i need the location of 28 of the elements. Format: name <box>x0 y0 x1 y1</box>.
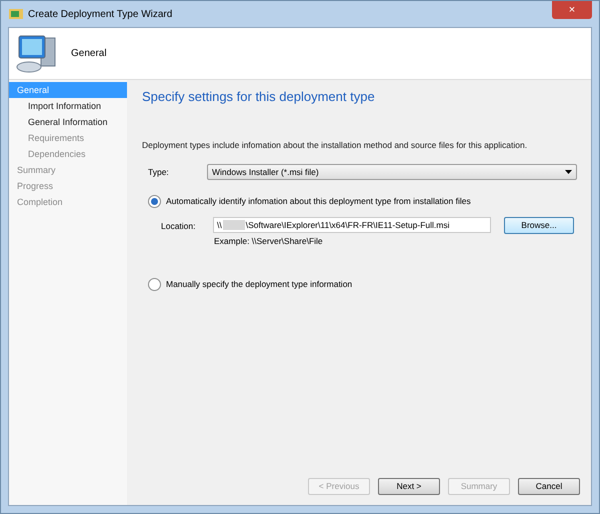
wizard-button[interactable]: Cancel <box>518 478 580 494</box>
nav-item[interactable]: Import Information <box>9 98 127 114</box>
nav-item[interactable]: Dependencies <box>9 146 127 162</box>
dropdown-arrow-icon <box>565 170 572 174</box>
type-label: Type: <box>148 166 170 179</box>
redacted-block <box>222 220 245 230</box>
header-title: General <box>71 47 107 61</box>
option-label: Manually specify the deployment type information <box>166 278 352 291</box>
nav-item[interactable]: Progress <box>9 178 127 194</box>
location-label: Location: <box>161 220 196 233</box>
radio-button[interactable] <box>148 195 161 208</box>
type-dropdown[interactable]: Windows Installer (*.msi file) <box>207 164 577 180</box>
radio-button[interactable] <box>148 278 161 291</box>
close-button[interactable]: × <box>552 1 592 19</box>
nav-item[interactable]: General <box>9 82 127 98</box>
option-label: Automatically identify infomation about this deployment type from installation files <box>166 195 471 208</box>
window-title: Create Deployment Type Wizard <box>28 8 172 22</box>
window-icon <box>9 8 23 20</box>
nav-item[interactable]: Requirements <box>9 130 127 146</box>
page-heading: Specify settings for this deployment type <box>142 88 376 106</box>
nav-item[interactable]: Summary <box>9 162 127 178</box>
wizard-button[interactable]: Next > <box>378 478 440 494</box>
description-text: Deployment types include infomation about the installation method and source files for this application. <box>142 138 528 152</box>
nav-item[interactable]: General Information <box>9 114 127 130</box>
location-field[interactable]: \\ \Software\IExplorer\11\x64\FR-FR\IE11-Setup-Full.msi <box>213 217 491 234</box>
example-text: Example: \\Server\Share\File <box>214 235 324 248</box>
nav-item[interactable]: Completion <box>9 194 127 210</box>
browse-button[interactable]: Browse... <box>504 217 574 234</box>
